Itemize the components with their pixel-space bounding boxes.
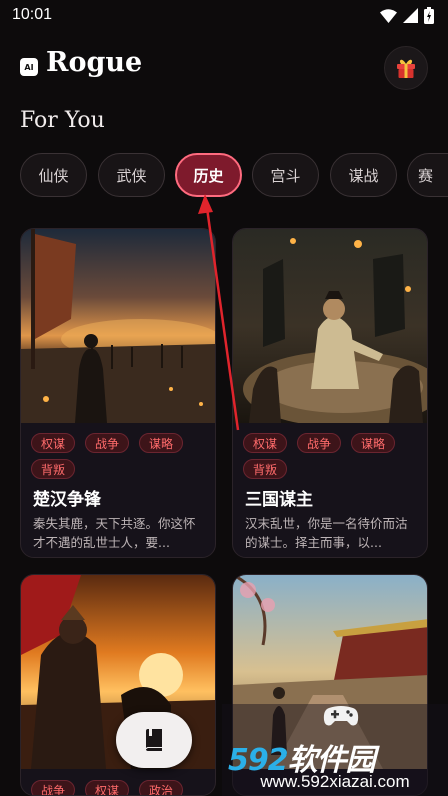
app-header: AI Rogue — [0, 44, 448, 90]
watermark-url: www.592xiazai.com — [260, 772, 410, 791]
tab-more[interactable]: 赛 — [407, 153, 448, 197]
app-title: Rogue — [46, 47, 143, 78]
status-icons — [380, 7, 434, 24]
watermark: 592软件园 www.592xiazai.com — [222, 735, 448, 796]
status-time: 10:01 — [12, 6, 53, 23]
story-description: 秦失其鹿，天下共逐。你这怀才不遇的乱世士人，要... — [33, 516, 196, 550]
category-tabs: 仙侠 武侠 历史 宫斗 谋战 赛 — [20, 153, 448, 197]
tag: 战争 — [297, 433, 341, 453]
tag: 权谋 — [243, 433, 287, 453]
wifi-icon — [380, 8, 397, 23]
tag: 谋略 — [139, 433, 183, 453]
gamepad-icon[interactable] — [323, 704, 359, 728]
gift-button[interactable] — [384, 46, 428, 90]
story-cover-image — [233, 229, 427, 423]
tag: 谋略 — [351, 433, 395, 453]
tag: 战争 — [31, 780, 75, 795]
story-cover-image — [21, 229, 215, 423]
tab-xianxia[interactable]: 仙侠 — [20, 153, 87, 197]
signal-icon — [403, 8, 418, 23]
story-card[interactable]: 权谋 战争 谋略 背叛 三国谋主 汉末乱世，你是一名待价而沽的谋士。择主而事，以… — [232, 228, 428, 558]
story-card[interactable]: 权谋 战争 谋略 背叛 楚汉争锋 秦失其鹿，天下共逐。你这怀才不遇的乱世士人，要… — [20, 228, 216, 558]
gift-icon — [397, 59, 415, 78]
status-bar: 10:01 — [0, 0, 448, 32]
story-card[interactable]: 战争 权谋 政治 — [20, 574, 216, 796]
story-title: 楚汉争锋 — [33, 490, 101, 510]
book-icon — [146, 729, 162, 751]
tag: 权谋 — [31, 433, 75, 453]
tab-wuxia[interactable]: 武侠 — [98, 153, 165, 197]
tag: 背叛 — [243, 459, 287, 479]
library-button[interactable] — [116, 712, 192, 768]
tag: 权谋 — [85, 780, 129, 795]
tag: 背叛 — [31, 459, 75, 479]
tag: 战争 — [85, 433, 129, 453]
story-title: 三国谋主 — [245, 490, 313, 510]
tag: 政治 — [139, 780, 183, 795]
tab-palace[interactable]: 宫斗 — [252, 153, 319, 197]
story-description: 汉末乱世，你是一名待价而沽的谋士。择主而事，以... — [245, 516, 408, 550]
tab-history[interactable]: 历史 — [175, 153, 242, 197]
section-title: For You — [20, 108, 105, 133]
battery-icon — [424, 7, 434, 24]
tab-strategy[interactable]: 谋战 — [330, 153, 397, 197]
app-logo-icon: AI — [20, 58, 38, 76]
